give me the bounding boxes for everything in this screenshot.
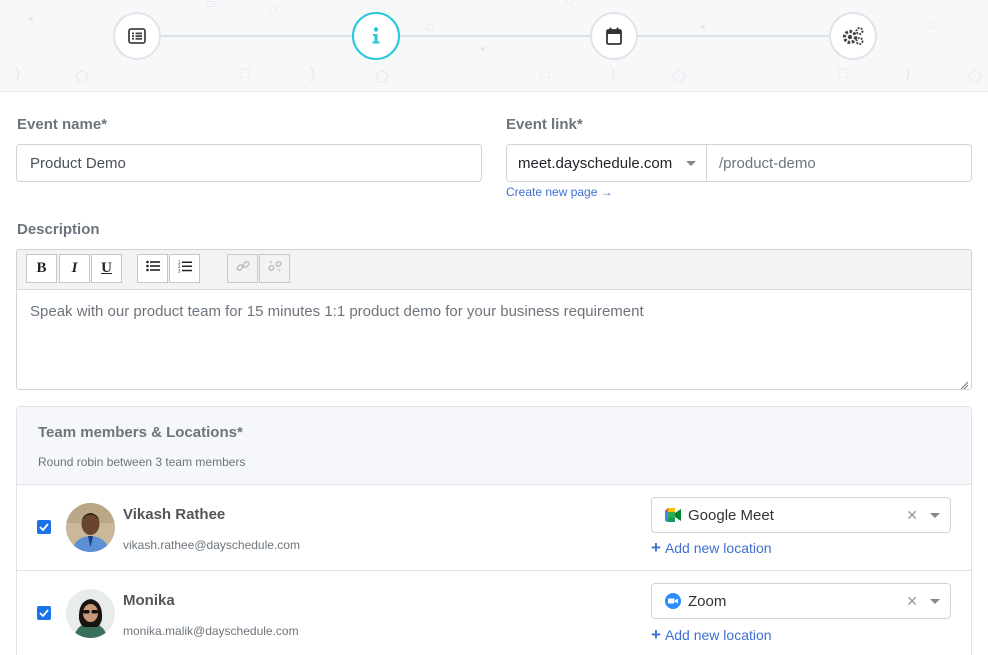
step-summary[interactable] xyxy=(113,12,161,60)
zoom-icon xyxy=(664,592,682,610)
slug-input[interactable]: /product-demo xyxy=(707,145,971,181)
close-icon[interactable]: ✕ xyxy=(906,593,918,610)
underline-button[interactable]: U xyxy=(91,254,122,283)
description-label: Description xyxy=(17,221,100,238)
team-header: Team members & Locations* Round robin be… xyxy=(17,407,971,485)
add-location-label: Add new location xyxy=(664,627,772,643)
link-button[interactable] xyxy=(227,254,258,283)
add-location-label: Add new location xyxy=(664,540,772,556)
member-checkbox[interactable] xyxy=(37,606,51,620)
unlink-button[interactable] xyxy=(259,254,290,283)
description-text: Speak with our product team for 15 minut… xyxy=(30,303,644,320)
team-member-row: Vikash Rathee vikash.rathee@dayschedule.… xyxy=(17,485,971,571)
description-textarea[interactable]: Speak with our product team for 15 minut… xyxy=(17,290,971,334)
close-icon[interactable]: ✕ xyxy=(906,507,918,524)
team-title: Team members & Locations* xyxy=(38,424,243,441)
event-name-input[interactable]: Product Demo xyxy=(16,144,482,182)
resize-handle-icon[interactable] xyxy=(959,377,969,389)
avatar xyxy=(66,589,115,638)
member-name: Monika xyxy=(123,592,175,609)
description-editor: B I U 123 Speak with our product team fo… xyxy=(16,249,972,390)
add-location-link[interactable]: + Add new location xyxy=(651,538,772,558)
domain-value: meet.dayschedule.com xyxy=(518,154,673,172)
event-name-value: Product Demo xyxy=(30,154,126,172)
step-settings[interactable] xyxy=(829,12,877,60)
location-value: Google Meet xyxy=(688,506,774,524)
team-member-row: Monika monika.malik@dayschedule.com Zoom… xyxy=(17,571,971,655)
chevron-down-icon[interactable] xyxy=(930,599,940,604)
event-link-label: Event link* xyxy=(506,116,583,133)
editor-toolbar: B I U 123 xyxy=(17,250,971,290)
location-select[interactable]: Zoom ✕ xyxy=(651,583,951,619)
numbered-list-button[interactable]: 123 xyxy=(169,254,200,283)
wizard-stepper: • ○ ▱ • ○ ○ • ○ ⬠ □ ⬠ □ ⬠ □ ⬠ ) ) ) ) xyxy=(0,0,988,92)
create-new-page-link[interactable]: Create new page → xyxy=(506,185,613,199)
info-icon xyxy=(371,27,381,45)
event-name-label: Event name* xyxy=(17,116,108,133)
step-details[interactable] xyxy=(352,12,400,60)
member-email: monika.malik@dayschedule.com xyxy=(123,624,299,638)
member-email: vikash.rathee@dayschedule.com xyxy=(123,538,300,552)
bold-button[interactable]: B xyxy=(26,254,57,283)
location-value: Zoom xyxy=(688,592,727,610)
avatar xyxy=(66,503,115,552)
svg-text:3: 3 xyxy=(178,268,181,273)
list-icon xyxy=(128,28,146,44)
slug-value: /product-demo xyxy=(719,154,816,172)
plus-icon: + xyxy=(651,625,661,644)
add-location-link[interactable]: + Add new location xyxy=(651,625,772,645)
chevron-down-icon[interactable] xyxy=(930,513,940,518)
numbered-list-icon: 123 xyxy=(178,260,192,278)
plus-icon: + xyxy=(651,538,661,557)
settings-icon xyxy=(841,26,865,46)
calendar-icon xyxy=(606,27,622,45)
domain-select[interactable]: meet.dayschedule.com xyxy=(507,145,707,181)
team-members-panel: Team members & Locations* Round robin be… xyxy=(16,406,972,655)
member-checkbox[interactable] xyxy=(37,520,51,534)
event-link-group: meet.dayschedule.com /product-demo xyxy=(506,144,972,182)
bullet-list-button[interactable] xyxy=(137,254,168,283)
team-subtitle: Round robin between 3 team members xyxy=(38,455,246,469)
bullet-list-icon xyxy=(145,260,160,277)
italic-button[interactable]: I xyxy=(59,254,90,283)
step-schedule[interactable] xyxy=(590,12,638,60)
stepper-line xyxy=(137,35,853,37)
link-icon xyxy=(236,259,250,278)
member-name: Vikash Rathee xyxy=(123,506,226,523)
location-select[interactable]: Google Meet ✕ xyxy=(651,497,951,533)
google-meet-icon xyxy=(664,506,682,524)
chevron-down-icon xyxy=(686,161,696,166)
unlink-icon xyxy=(267,259,282,278)
